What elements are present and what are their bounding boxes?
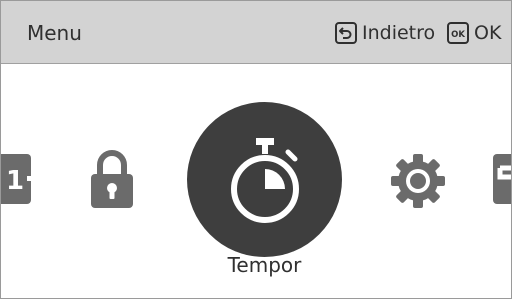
menu-screen: Menu Indietro OK OK 1 Tempor xyxy=(0,0,512,299)
gear-icon[interactable] xyxy=(389,152,447,214)
menu-carousel: 1 Tempor xyxy=(1,64,511,298)
partial-tile-right-icon[interactable] xyxy=(493,154,511,208)
selected-item-label: Tempor xyxy=(227,253,302,277)
ok-key-icon: OK xyxy=(447,22,469,44)
menu-title: Menu xyxy=(27,21,82,45)
selected-item-circle[interactable] xyxy=(187,102,342,257)
header-bar: Menu Indietro OK OK xyxy=(1,1,511,64)
ok-label: OK xyxy=(474,22,502,44)
lock-icon[interactable] xyxy=(91,150,133,212)
back-label: Indietro xyxy=(362,22,436,44)
return-arrow-icon xyxy=(335,22,357,44)
svg-text:1: 1 xyxy=(6,166,24,196)
partial-tile-left-icon[interactable]: 1 xyxy=(1,154,35,208)
svg-text:OK: OK xyxy=(451,30,465,40)
stopwatch-icon xyxy=(225,136,305,232)
back-hint[interactable]: Indietro xyxy=(335,21,435,45)
ok-hint[interactable]: OK OK xyxy=(447,21,501,45)
